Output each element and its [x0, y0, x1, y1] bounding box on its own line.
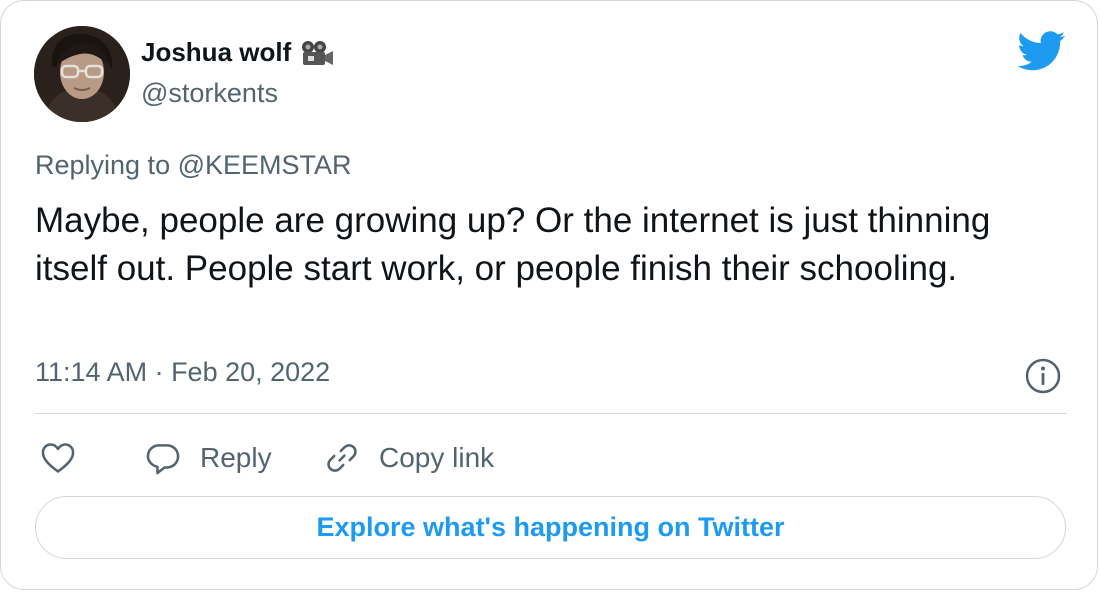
like-button[interactable] — [39, 438, 77, 478]
author-name-text: Joshua wolf — [141, 37, 292, 67]
tweet-card: Joshua wolf @storkents Replying to @KEEM… — [0, 0, 1098, 590]
reply-bubble-icon — [146, 444, 180, 475]
avatar[interactable] — [34, 26, 130, 122]
reply-label: Reply — [200, 442, 272, 473]
twitter-bird-icon[interactable] — [1018, 31, 1066, 71]
tweet-timestamp[interactable]: 11:14 AM · Feb 20, 2022 — [35, 357, 330, 388]
tweet-text: Maybe, people are growing up? Or the int… — [35, 201, 991, 288]
replying-to-handle[interactable]: @KEEMSTAR — [178, 150, 352, 180]
movie-camera-icon — [302, 40, 334, 65]
replying-to: Replying to @KEEMSTAR — [35, 150, 352, 181]
heart-icon — [41, 443, 75, 473]
author-handle[interactable]: @storkents — [141, 78, 278, 109]
explore-twitter-button[interactable]: Explore what's happening on Twitter — [35, 496, 1066, 559]
avatar-image — [34, 26, 130, 122]
info-icon[interactable] — [1024, 357, 1062, 395]
replying-prefix: Replying to — [35, 150, 171, 180]
copy-link-button[interactable]: Copy link — [323, 438, 494, 478]
link-icon — [327, 444, 357, 472]
reply-button[interactable]: Reply — [144, 438, 272, 478]
divider — [35, 413, 1067, 414]
author-name[interactable]: Joshua wolf — [141, 37, 335, 68]
copy-link-label: Copy link — [379, 442, 495, 473]
